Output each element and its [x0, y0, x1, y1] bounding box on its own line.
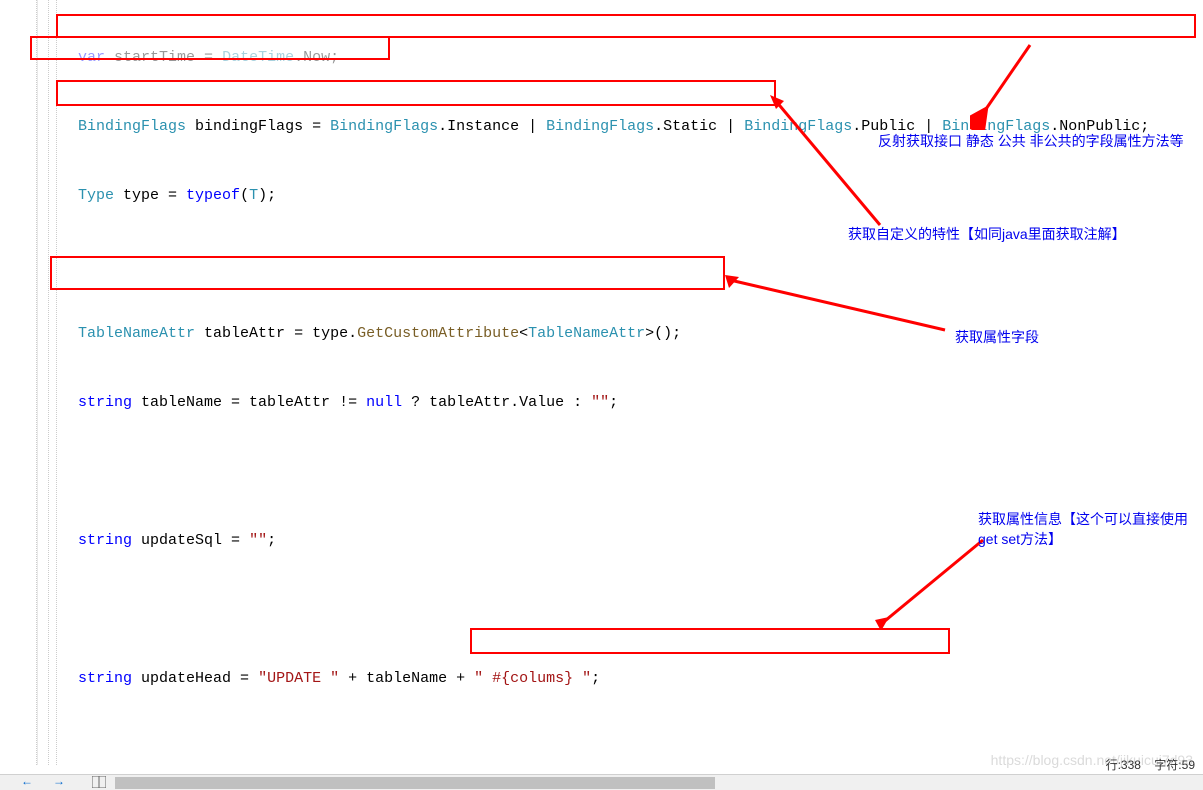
- annotation-2: 获取自定义的特性【如同java里面获取注解】: [848, 225, 1126, 245]
- nav-forward-button[interactable]: →: [50, 774, 68, 790]
- keyword: var: [78, 49, 105, 66]
- horizontal-scrollbar[interactable]: ← →: [0, 774, 1203, 790]
- gutter: [0, 0, 38, 765]
- code-editor[interactable]: var startTime = DateTime.Now; BindingFla…: [0, 0, 1203, 765]
- split-editor-icon[interactable]: [90, 774, 108, 790]
- code-content[interactable]: var startTime = DateTime.Now; BindingFla…: [38, 0, 1149, 765]
- status-bar: 行:338 字符:59: [1106, 756, 1195, 773]
- annotation-1: 反射获取接口 静态 公共 非公共的字段属性方法等: [878, 132, 1184, 152]
- annotation-3: 获取属性字段: [955, 328, 1039, 348]
- type: BindingFlags: [78, 118, 186, 135]
- scrollbar-thumb[interactable]: [115, 777, 715, 789]
- annotation-4: 获取属性信息【这个可以直接使用get set方法】: [978, 510, 1193, 549]
- nav-back-button[interactable]: ←: [18, 774, 36, 790]
